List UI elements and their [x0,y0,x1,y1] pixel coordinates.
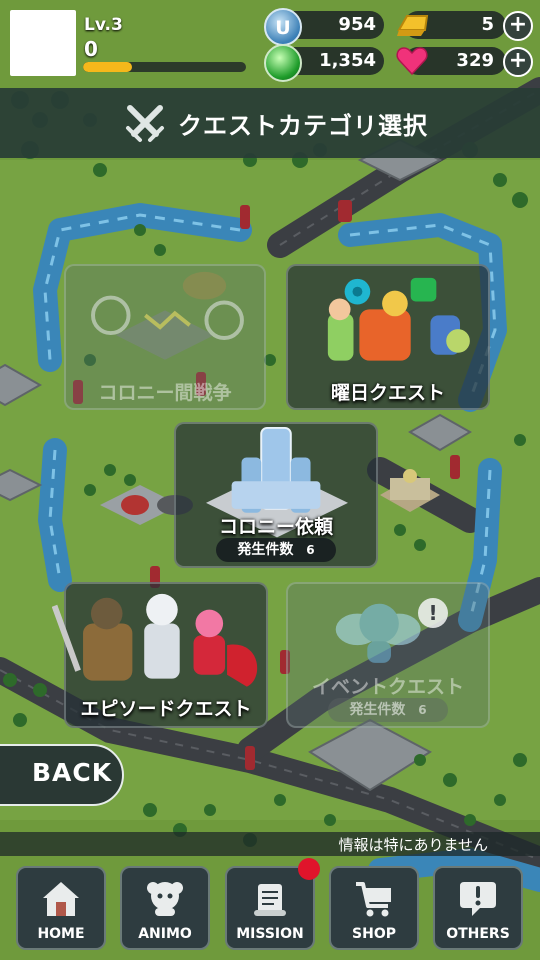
buy-heart-plus-button[interactable]: + [503,47,533,77]
quest-label-event: イベントクエスト [311,676,464,698]
nav-home-label: HOME [37,926,85,942]
buy-gold-plus-button[interactable]: + [503,11,533,41]
u-coin-value: 954 [338,14,376,35]
quest-label-colony-request: コロニー依頼 [218,516,333,538]
green-gem-value: 1,354 [319,50,376,71]
event-count-label: 発生件数 [349,702,406,718]
heart-value: 329 [456,50,494,71]
exp-progress-bar [83,62,246,72]
event-count-pill: 発生件数 6 [328,698,448,722]
quest-card-colony-request[interactable]: コロニー依頼 発生件数 6 [174,422,378,568]
quest-label-weekday: 曜日クエスト [330,382,445,404]
occurrence-count-value: 6 [306,543,315,557]
exclamation-icon: ! [418,598,448,628]
exclamation-bubble-icon [460,882,496,916]
nav-animo-label: ANIMO [138,926,192,942]
quest-label-colony-war: コロニー間戦争 [98,382,232,404]
green-gem-icon [264,44,302,82]
quest-label-episode: エピソードクエスト [80,698,252,720]
page-title: クエストカテゴリ選択 [178,112,428,140]
colony-request-count-pill: 発生件数 6 [216,538,336,562]
quest-card-colony-war[interactable]: コロニー間戦争 [64,264,266,410]
quest-card-weekday[interactable]: 曜日クエスト [286,264,490,410]
quest-category-screen: Lv.3 0 U 954 5 + 1,354 329 + クエストカテゴリ選択 [0,0,540,960]
occurrence-count-label: 発生件数 [237,542,294,558]
crossed-swords-icon [126,105,164,142]
gold-bar-value: 5 [481,14,494,35]
event-count-value: 6 [418,703,427,717]
gold-bar-icon [395,8,429,42]
info-ticker-text: 情報は特にありません [338,836,488,854]
player-level: Lv.3 [84,15,123,35]
home-icon [43,882,79,916]
mission-notification-badge [298,858,320,880]
nav-shop-label: SHOP [352,926,396,942]
u-coin-icon: U [264,8,302,46]
nav-mission-label: MISSION [236,926,304,942]
mission-scroll-icon [254,884,286,916]
animo-icon [147,882,183,916]
svg-text:U: U [275,17,290,39]
exp-progress-fill [83,62,132,72]
quest-card-event[interactable]: ! イベントクエスト 発生件数 6 [286,582,490,728]
cart-icon [356,882,391,917]
nav-others-label: OTHERS [446,926,510,942]
quest-card-episode[interactable]: エピソードクエスト [52,582,268,728]
player-exp-value: 0 [84,37,98,61]
back-button-label: BACK [32,758,113,787]
player-avatar[interactable] [10,10,76,76]
heart-icon [395,44,429,78]
